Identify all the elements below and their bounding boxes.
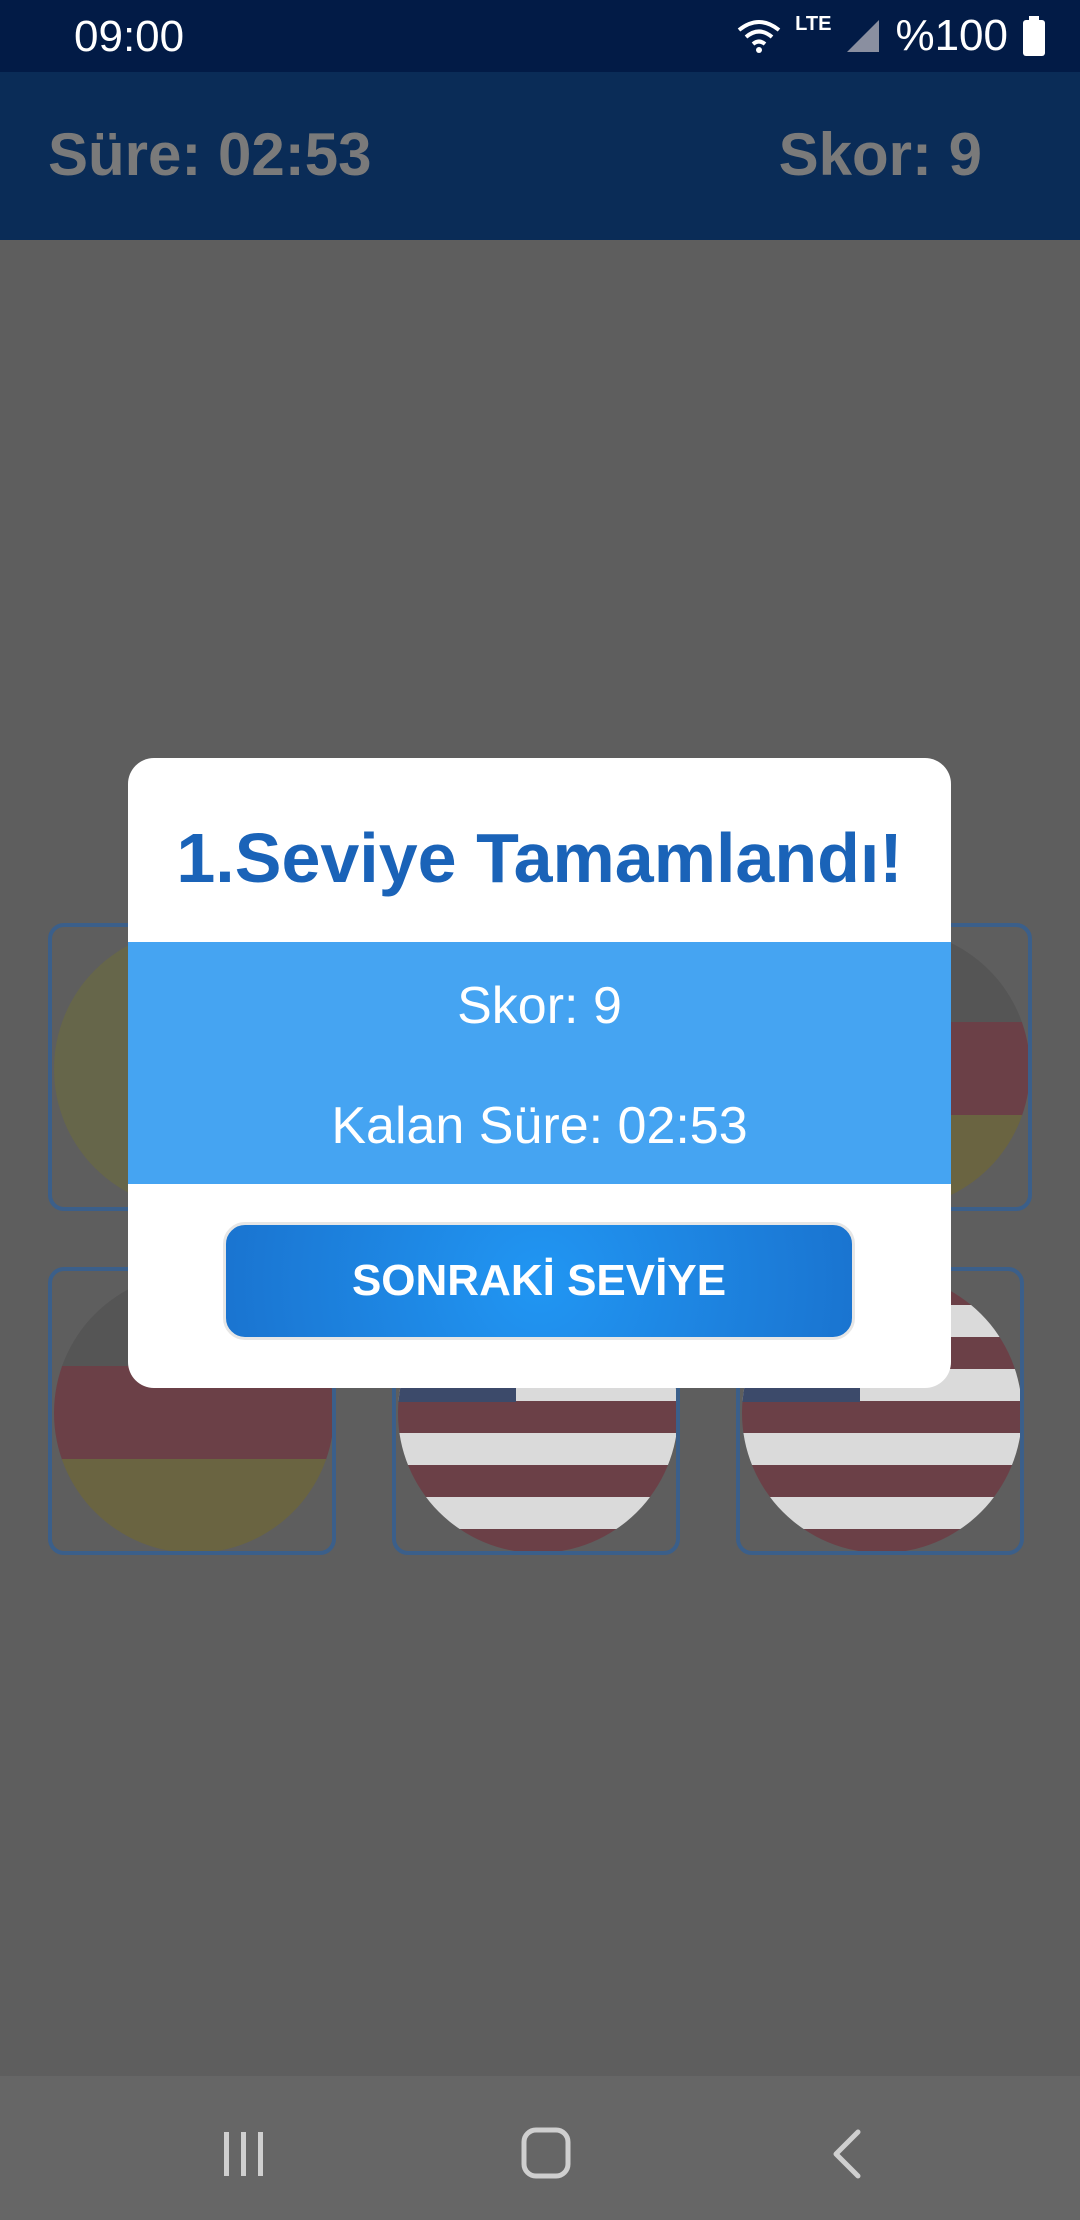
game-header: Süre: 02:53 Skor: 9 [0, 72, 1080, 240]
home-icon[interactable] [516, 2126, 576, 2182]
level-complete-dialog: 1.Seviye Tamamlandı! Skor: 9 Kalan Süre:… [128, 758, 951, 1388]
timer-label: Süre: 02:53 [48, 121, 372, 188]
score-label: Skor: 9 [778, 121, 982, 188]
result-panel: Skor: 9 Kalan Süre: 02:53 [128, 942, 951, 1184]
dialog-title: 1.Seviye Tamamlandı! [176, 819, 903, 897]
remaining-time: Kalan Süre: 02:53 [331, 1097, 748, 1155]
battery-percent: %100 [895, 11, 1008, 60]
next-level-button[interactable]: SONRAKİ SEVİYE [223, 1222, 855, 1340]
status-icons: LTE %100 [737, 10, 1046, 62]
network-type: LTE [795, 12, 832, 35]
status-bar: 09:00 LTE %100 [0, 0, 1080, 72]
battery-icon [1023, 16, 1045, 56]
wifi-icon [737, 20, 781, 53]
signal-icon [847, 20, 880, 52]
status-time: 09:00 [74, 12, 185, 61]
navigation-bar [0, 2076, 1080, 2220]
recent-apps-icon[interactable] [214, 2126, 274, 2182]
back-icon[interactable] [818, 2126, 878, 2182]
final-score: Skor: 9 [457, 977, 622, 1035]
